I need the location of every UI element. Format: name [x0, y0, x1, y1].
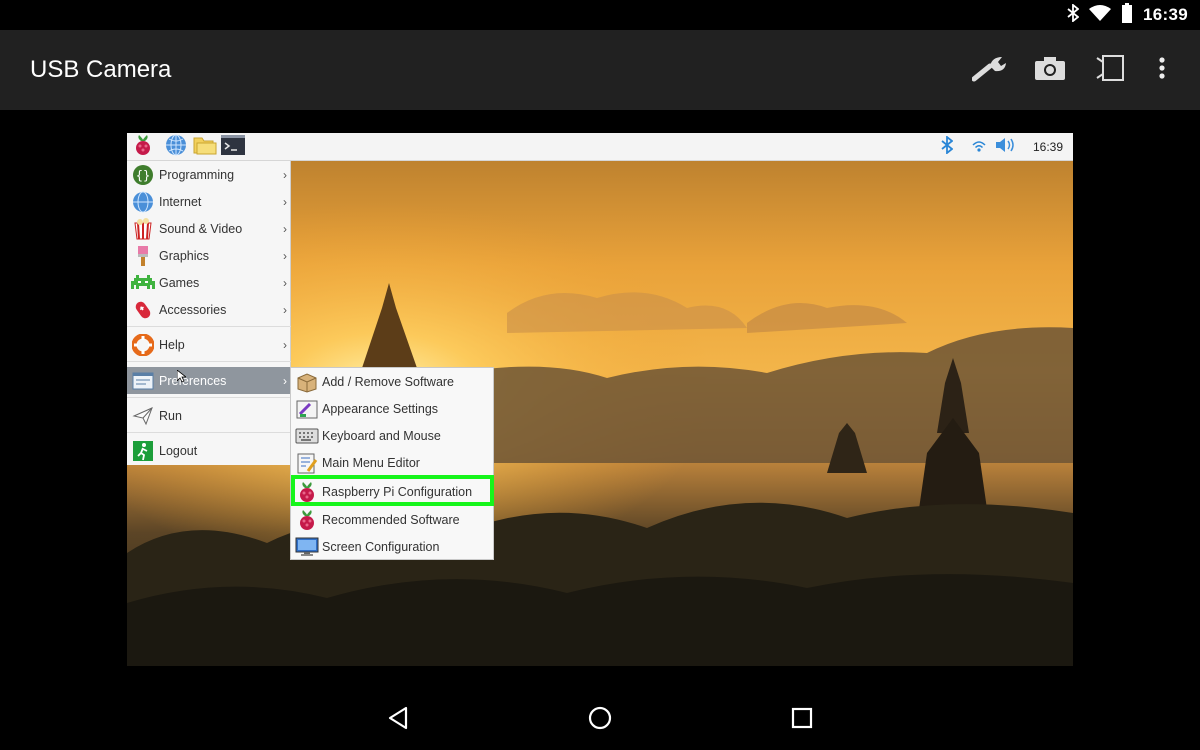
package-icon — [295, 370, 319, 394]
camera-icon — [1034, 55, 1066, 86]
menu-item-games[interactable]: Games › — [127, 269, 291, 296]
capture-button[interactable] — [1030, 50, 1070, 90]
submenu-arrow: › — [283, 249, 287, 263]
menu-item-preferences[interactable]: Preferences › — [127, 367, 291, 394]
main-menu: {} Programming › Internet › Sound & Vide… — [127, 161, 291, 465]
more-vert-icon — [1158, 56, 1166, 85]
paper-plane-icon — [131, 404, 155, 428]
camera-preview: 16:39 {} Programming › Internet › Sound … — [127, 133, 1073, 666]
highlight-box — [291, 475, 494, 506]
raspberry-menu-icon — [133, 134, 153, 161]
menu-item-accessories[interactable]: Accessories › — [127, 296, 291, 323]
pi-clock: 16:39 — [1033, 140, 1063, 154]
back-icon — [387, 706, 409, 735]
preferences-submenu: Add / Remove Software Appearance Setting… — [290, 367, 494, 560]
submenu-item-main-menu-editor[interactable]: Main Menu Editor — [291, 449, 493, 476]
recents-button[interactable] — [780, 698, 824, 742]
terminal-icon — [221, 135, 245, 160]
menu-separator — [127, 432, 291, 433]
paintbrush-icon — [131, 244, 155, 268]
menu-item-logout[interactable]: Logout — [127, 437, 291, 464]
submenu-item-recommended-software[interactable]: Recommended Software — [291, 506, 493, 533]
exit-icon — [131, 439, 155, 463]
bluetooth-icon[interactable] — [941, 136, 953, 159]
more-options-button[interactable] — [1142, 50, 1182, 90]
wifi-icon — [1089, 5, 1111, 26]
cast-icon — [1095, 54, 1125, 87]
submenu-arrow: › — [283, 374, 287, 388]
submenu-arrow: › — [283, 222, 287, 236]
menu-item-programming[interactable]: {} Programming › — [127, 161, 291, 188]
pi-system-tray: 16:39 — [941, 133, 1073, 161]
terminal-launcher[interactable] — [221, 135, 245, 159]
pi-taskbar: 16:39 — [127, 133, 1073, 161]
file-manager-launcher[interactable] — [193, 135, 217, 159]
submenu-item-keyboard-and-mouse[interactable]: Keyboard and Mouse — [291, 422, 493, 449]
bluetooth-icon — [1067, 4, 1079, 27]
wifi-icon[interactable] — [971, 137, 987, 158]
menu-launcher[interactable] — [131, 135, 155, 159]
battery-icon — [1121, 3, 1133, 28]
status-bar: 16:39 — [0, 0, 1200, 30]
svg-text:{}: {} — [136, 169, 150, 183]
preferences-icon — [131, 369, 155, 393]
menu-separator — [127, 397, 291, 398]
menu-item-run[interactable]: Run — [127, 402, 291, 429]
submenu-arrow: › — [283, 303, 287, 317]
settings-button[interactable] — [970, 50, 1010, 90]
home-button[interactable] — [578, 698, 622, 742]
app-bar: USB Camera — [0, 30, 1200, 110]
home-icon — [587, 705, 613, 736]
keyboard-icon — [295, 424, 319, 448]
recents-icon — [791, 707, 813, 734]
file-manager-icon — [193, 135, 217, 160]
nav-bar — [0, 690, 1200, 750]
browser-globe-icon — [165, 134, 187, 161]
mouse-cursor-icon — [177, 370, 186, 383]
status-clock: 16:39 — [1143, 5, 1188, 25]
menu-item-help[interactable]: Help › — [127, 331, 291, 358]
menu-separator — [127, 361, 291, 362]
submenu-arrow: › — [283, 168, 287, 182]
cast-button[interactable] — [1090, 50, 1130, 90]
submenu-item-screen-configuration[interactable]: Screen Configuration — [291, 533, 493, 560]
app-title: USB Camera — [30, 56, 171, 84]
internet-globe-icon — [131, 190, 155, 214]
menu-separator — [127, 326, 291, 327]
submenu-item-add-remove-software[interactable]: Add / Remove Software — [291, 368, 493, 395]
wrench-icon — [972, 53, 1008, 88]
monitor-icon — [295, 535, 319, 559]
submenu-arrow: › — [283, 338, 287, 352]
back-button[interactable] — [376, 698, 420, 742]
space-invader-icon — [131, 271, 155, 295]
menu-item-sound-video[interactable]: Sound & Video › — [127, 215, 291, 242]
menu-editor-icon — [295, 451, 319, 475]
menu-item-internet[interactable]: Internet › — [127, 188, 291, 215]
appearance-icon — [295, 397, 319, 421]
submenu-arrow: › — [283, 276, 287, 290]
volume-icon[interactable] — [995, 137, 1017, 158]
submenu-arrow: › — [283, 195, 287, 209]
browser-launcher[interactable] — [164, 135, 188, 159]
pocket-knife-icon — [131, 298, 155, 322]
submenu-item-appearance-settings[interactable]: Appearance Settings — [291, 395, 493, 422]
programming-icon: {} — [131, 163, 155, 187]
sound-video-icon — [131, 217, 155, 241]
lifebuoy-icon — [131, 333, 155, 357]
menu-item-graphics[interactable]: Graphics › — [127, 242, 291, 269]
raspberry-icon — [295, 508, 319, 532]
